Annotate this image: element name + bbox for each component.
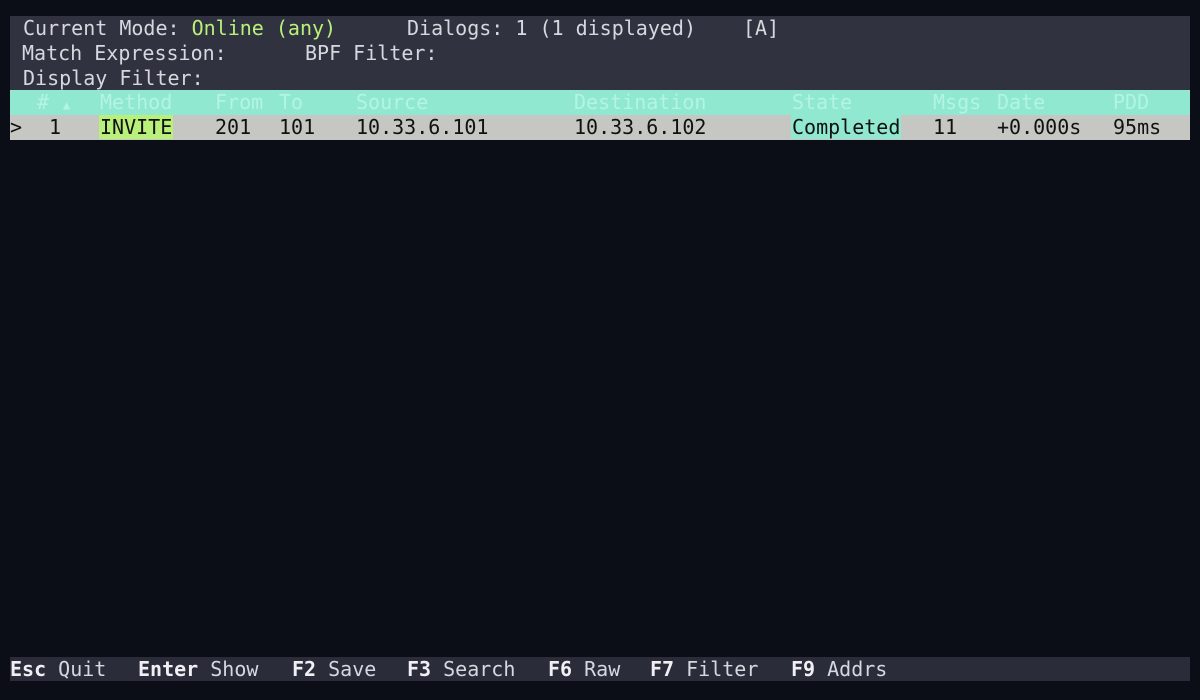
footer-quit-key: Esc	[10, 657, 47, 681]
footer-save-key: F2	[292, 657, 317, 681]
footer-show-key: Enter	[138, 657, 199, 681]
row-from: 201	[215, 115, 252, 139]
footer-raw[interactable]: F6 Raw	[548, 657, 620, 681]
mode-indicator: [A]	[743, 16, 780, 40]
dialog-row[interactable]: > 1 INVITE 201 101 10.33.6.101 10.33.6.1…	[10, 115, 1190, 140]
footer-filter-key: F7	[650, 657, 675, 681]
column-pdd[interactable]: PDD	[1113, 90, 1149, 114]
footer-search[interactable]: F3 Search	[407, 657, 515, 681]
footer-raw-label: Raw	[584, 657, 621, 681]
current-mode-value: Online (any)	[191, 16, 337, 40]
footer-raw-key: F6	[548, 657, 573, 681]
footer-quit[interactable]: Esc Quit	[10, 657, 106, 681]
footer-show-label: Show	[210, 657, 259, 681]
column-destination[interactable]: Destination	[574, 90, 706, 114]
column-source[interactable]: Source	[356, 90, 428, 114]
row-destination: 10.33.6.102	[574, 115, 707, 139]
column-date[interactable]: Date	[997, 90, 1045, 114]
footer-show[interactable]: Enter Show	[138, 657, 258, 681]
footer-quit-label: Quit	[58, 657, 107, 681]
column-msgs[interactable]: Msgs	[933, 90, 981, 114]
match-expression-label[interactable]: Match Expression:	[22, 41, 227, 65]
column-from[interactable]: From	[215, 90, 263, 114]
row-num: 1	[49, 115, 62, 139]
row-to: 101	[279, 115, 316, 139]
row-source: 10.33.6.101	[356, 115, 489, 139]
status-header: Current Mode: Online (any) Dialogs: 1 (1…	[10, 16, 1190, 90]
sort-ascending-icon: ▲	[63, 98, 71, 112]
footer-filter[interactable]: F7 Filter	[650, 657, 758, 681]
footer-addrs-label: Addrs	[827, 657, 888, 681]
row-method: INVITE	[99, 115, 174, 139]
dialogs-count: Dialogs: 1 (1 displayed)	[407, 16, 696, 40]
footer-save[interactable]: F2 Save	[292, 657, 376, 681]
column-to[interactable]: To	[279, 90, 303, 114]
column-header-row: # ▲ Method From To Source Destination St…	[10, 90, 1190, 115]
row-date: +0.000s	[997, 115, 1082, 139]
row-pdd: 95ms	[1113, 115, 1162, 139]
row-selector-icon: >	[10, 115, 23, 139]
column-method[interactable]: Method	[100, 90, 172, 114]
footer-search-key: F3	[407, 657, 432, 681]
display-filter-label[interactable]: Display Filter:	[23, 66, 204, 90]
row-msgs: 11	[933, 115, 958, 139]
footer-addrs-key: F9	[791, 657, 816, 681]
current-mode-label: Current Mode:	[23, 16, 192, 40]
column-state[interactable]: State	[792, 90, 852, 114]
mode-line: Current Mode: Online (any)	[23, 16, 336, 40]
footer-addrs[interactable]: F9 Addrs	[791, 657, 887, 681]
keybinding-footer: Esc Quit Enter Show F2 Save F3 Search F6…	[10, 657, 1190, 681]
footer-search-label: Search	[443, 657, 516, 681]
footer-filter-label: Filter	[686, 657, 759, 681]
row-state: Completed	[791, 115, 902, 139]
footer-save-label: Save	[328, 657, 377, 681]
column-num[interactable]: #	[37, 90, 49, 114]
bpf-filter-label[interactable]: BPF Filter:	[305, 41, 437, 65]
